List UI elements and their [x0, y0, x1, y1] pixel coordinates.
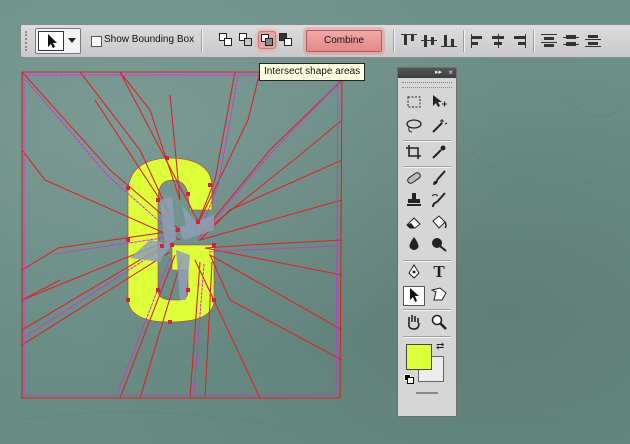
- distribute-bottom-edges-icon[interactable]: [585, 34, 601, 48]
- eyedropper-icon[interactable]: [428, 144, 450, 164]
- burn-icon[interactable]: [428, 236, 450, 256]
- clone-stamp-icon[interactable]: [403, 192, 425, 212]
- hand-icon[interactable]: [403, 314, 425, 334]
- tooltip: Intersect shape areas: [259, 63, 366, 81]
- quick-mask-divider: [416, 392, 438, 394]
- divider: [201, 30, 202, 52]
- move-icon[interactable]: [428, 94, 450, 114]
- combine-button[interactable]: Combine: [306, 30, 382, 52]
- divider: [403, 336, 451, 337]
- options-bar: Show Bounding Box Combine: [20, 24, 630, 58]
- options-bar-grip[interactable]: [25, 31, 33, 51]
- divider: [403, 260, 451, 261]
- brush-icon[interactable]: [428, 170, 450, 190]
- intersect-shape-areas-button[interactable]: [258, 31, 276, 49]
- chevron-down-icon: [68, 38, 76, 43]
- lasso-icon[interactable]: [403, 118, 425, 138]
- healing-brush-icon[interactable]: [403, 170, 425, 190]
- collapse-icon[interactable]: ▸▸: [435, 68, 442, 78]
- crop-icon[interactable]: [403, 144, 425, 164]
- align-bottom-edges-icon[interactable]: [441, 34, 457, 48]
- path-selection-preset-icon: [38, 31, 64, 51]
- divider: [403, 309, 451, 310]
- marquee-icon[interactable]: [403, 94, 425, 114]
- blur-icon[interactable]: [403, 236, 425, 256]
- tools-panel: ▸▸ × T ⇄: [397, 67, 457, 417]
- magic-wand-icon[interactable]: [428, 118, 450, 138]
- divider: [393, 30, 394, 52]
- align-vertical-centers-icon[interactable]: [421, 34, 437, 48]
- divider: [403, 140, 451, 141]
- foreground-color-swatch[interactable]: [406, 344, 432, 370]
- tools-panel-grip[interactable]: [402, 82, 452, 88]
- swap-colors-icon[interactable]: ⇄: [436, 341, 444, 352]
- paint-bucket-icon[interactable]: [428, 214, 450, 234]
- add-shape-area-button[interactable]: [219, 33, 233, 47]
- custom-shape-icon[interactable]: [428, 286, 450, 306]
- divider: [463, 30, 464, 52]
- exclude-overlapping-shape-areas-button[interactable]: [279, 33, 293, 47]
- distribute-top-edges-icon[interactable]: [541, 34, 557, 48]
- close-icon[interactable]: ×: [448, 68, 453, 78]
- type-icon[interactable]: T: [428, 262, 450, 282]
- divider: [403, 166, 451, 167]
- align-right-edges-icon[interactable]: [511, 34, 527, 48]
- show-bounding-box-label: Show Bounding Box: [104, 34, 195, 45]
- subtract-shape-area-button[interactable]: [239, 33, 253, 47]
- tools-panel-titlebar[interactable]: ▸▸ ×: [398, 68, 456, 78]
- default-colors-icon[interactable]: [404, 374, 414, 384]
- show-bounding-box-checkbox[interactable]: [91, 36, 102, 47]
- pen-icon[interactable]: [403, 264, 425, 284]
- eraser-icon[interactable]: [403, 214, 425, 234]
- tool-preset-picker[interactable]: [35, 28, 81, 54]
- history-brush-icon[interactable]: [428, 192, 450, 212]
- distribute-vertical-centers-icon[interactable]: [563, 34, 579, 48]
- align-top-edges-icon[interactable]: [401, 34, 417, 48]
- divider: [533, 30, 534, 52]
- path-selection-icon[interactable]: [403, 286, 425, 306]
- zoom-icon[interactable]: [428, 314, 450, 334]
- align-left-edges-icon[interactable]: [471, 34, 487, 48]
- align-horizontal-centers-icon[interactable]: [491, 34, 507, 48]
